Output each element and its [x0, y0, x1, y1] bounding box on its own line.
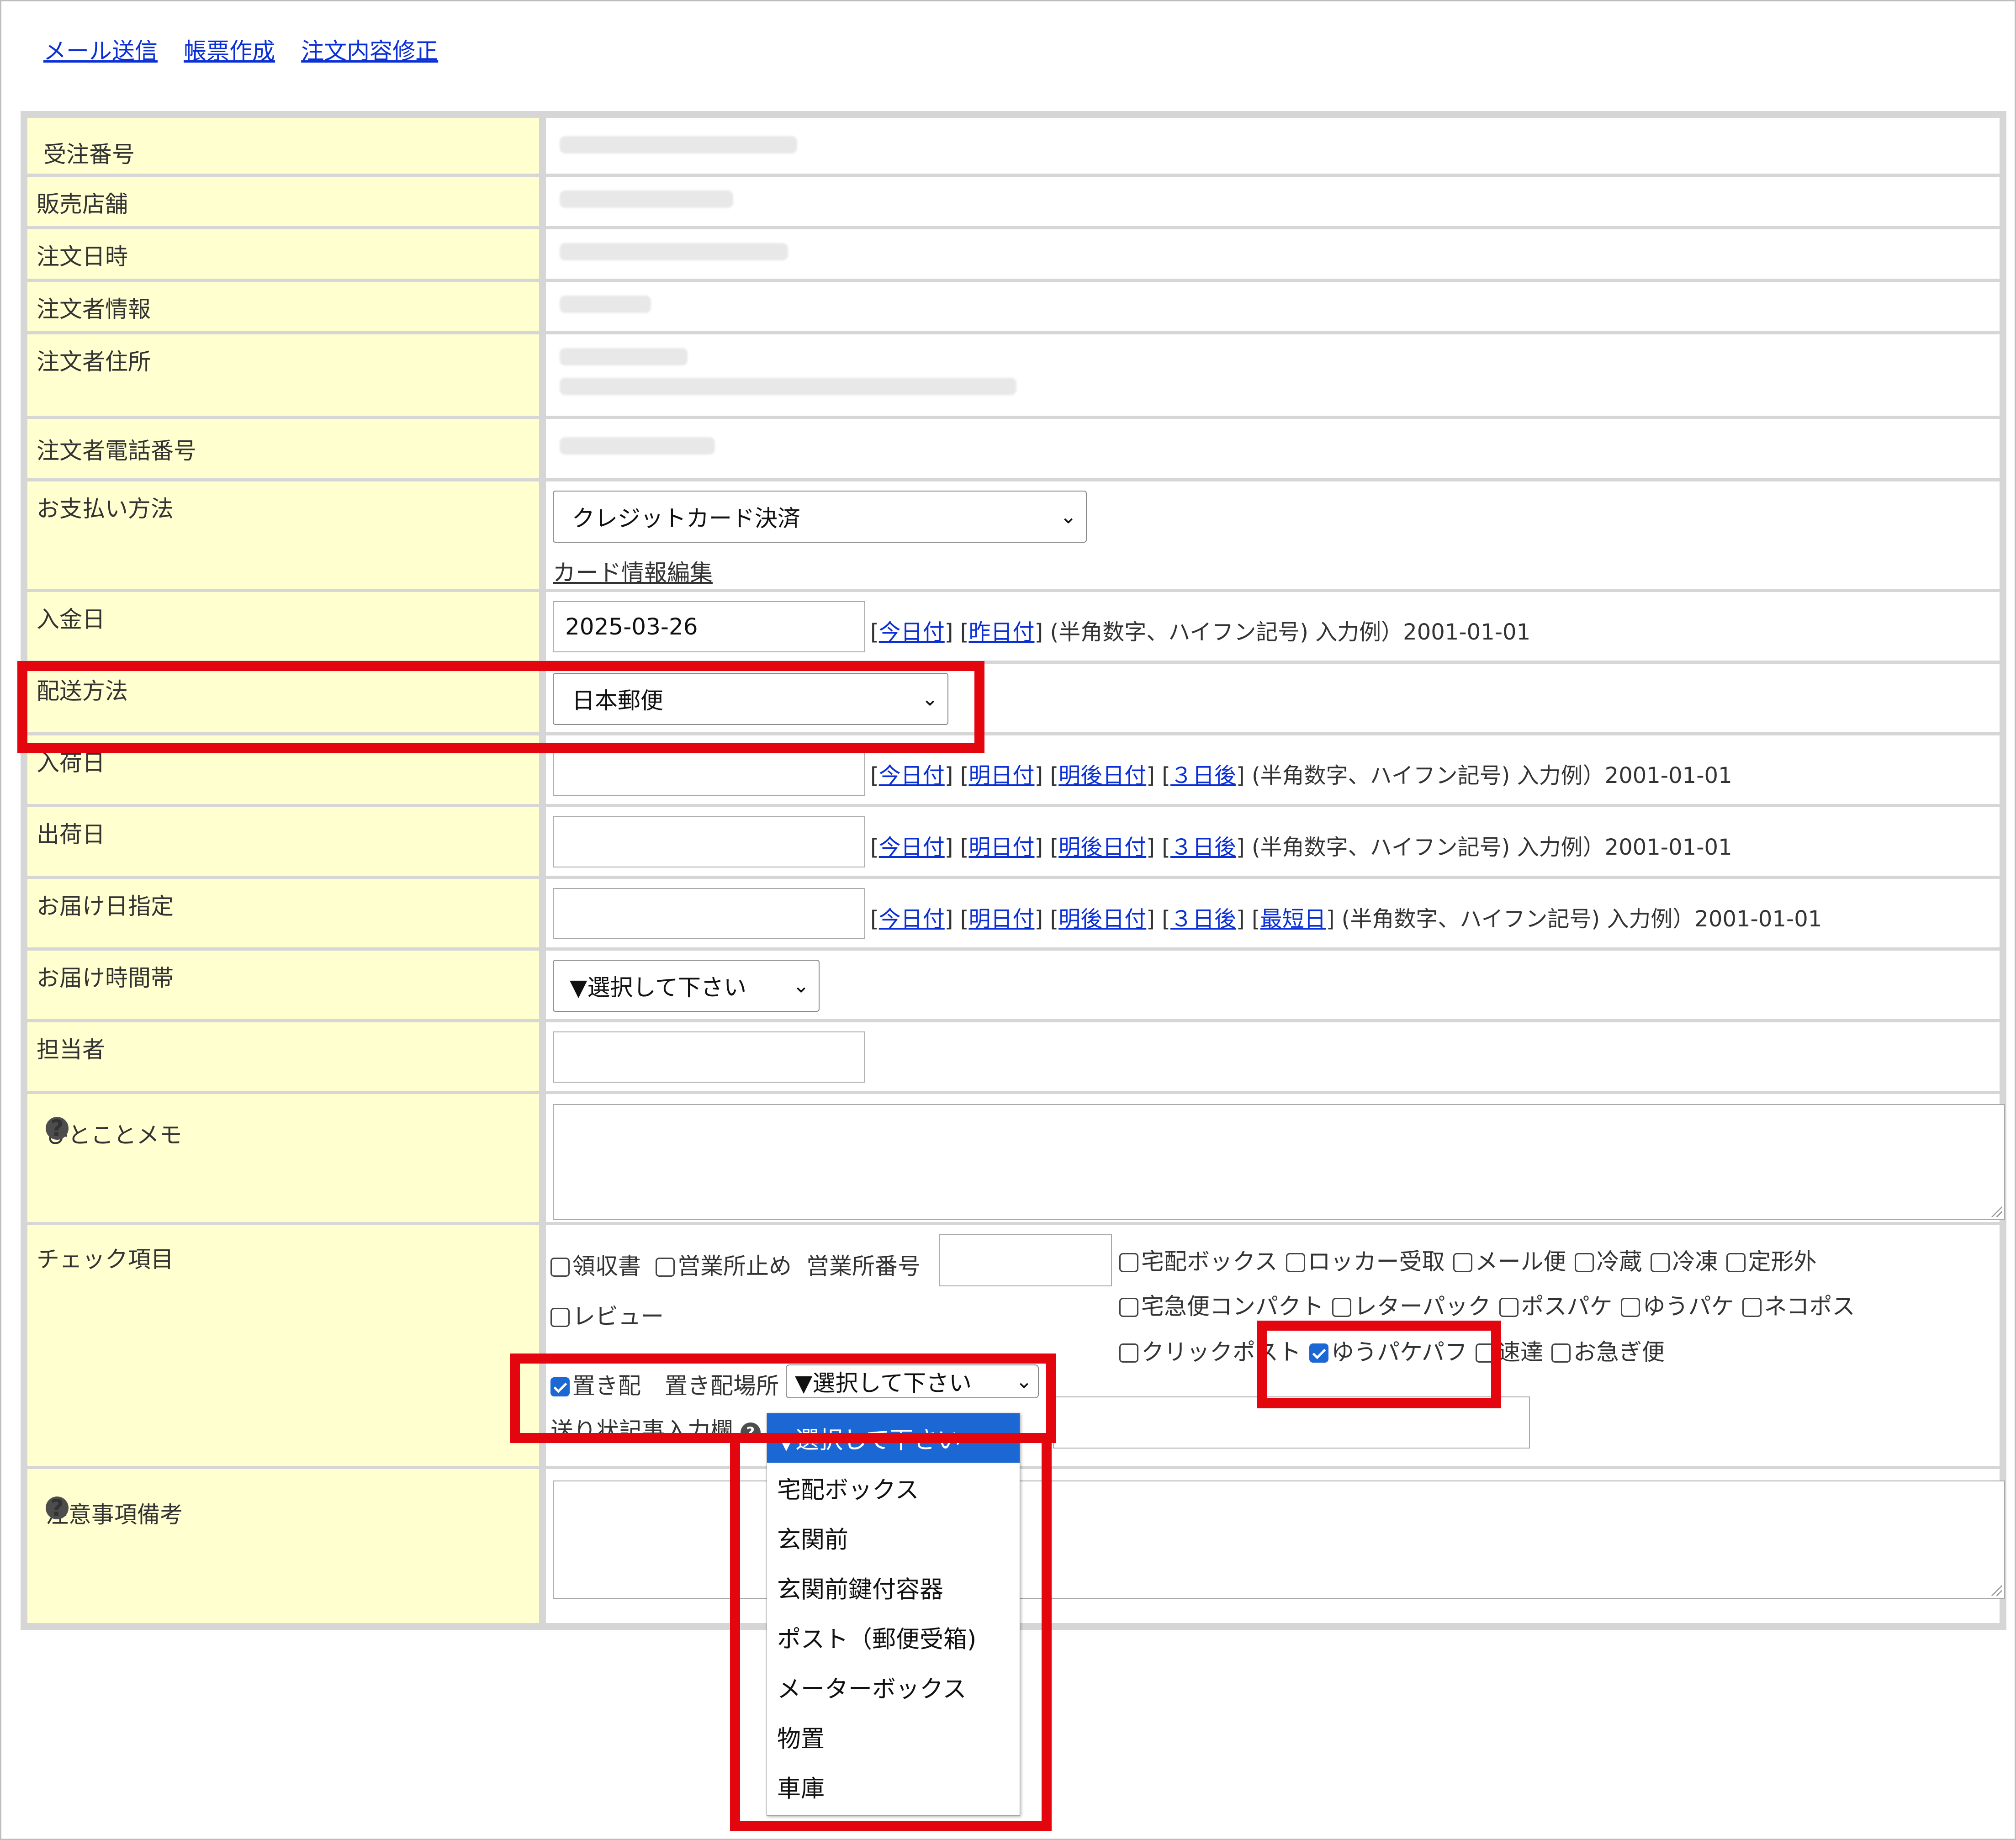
- redacted-value: [560, 348, 688, 365]
- checkbox-icon[interactable]: [550, 1308, 570, 1327]
- carrier-checkbox[interactable]: 冷蔵: [1574, 1248, 1642, 1275]
- row-payment: お支払い方法 クレジットカード決済 ⌄ カード情報編集: [21, 481, 2006, 589]
- staff-input[interactable]: [553, 1031, 865, 1083]
- office-no-label: 営業所番号: [806, 1253, 921, 1280]
- row-staff: 担当者: [21, 1022, 2006, 1091]
- office-no-input[interactable]: [939, 1234, 1112, 1286]
- label-shop: 販売店舗: [37, 191, 128, 217]
- label-order-no: 受注番号: [43, 141, 135, 168]
- label-staff: 担当者: [37, 1036, 105, 1063]
- carrier-checkbox[interactable]: 冷凍: [1650, 1248, 1718, 1275]
- carrier-checkbox[interactable]: ロッカー受取: [1286, 1248, 1445, 1275]
- chevron-down-icon: ⌄: [793, 974, 810, 998]
- label-ship-date: 出荷日: [37, 821, 105, 848]
- carrier-checkbox[interactable]: 宅配ボックス: [1119, 1248, 1278, 1275]
- top-links: メール送信 帳票作成 注文内容修正: [43, 33, 462, 66]
- checkbox-icon[interactable]: [1742, 1298, 1762, 1317]
- row-order-no: 受注番号: [21, 118, 2006, 174]
- carrier-checkbox[interactable]: ネコポス: [1742, 1293, 1855, 1320]
- row-delivery-date: お届け日指定 [今日付] [明日付] [明後日付] [３日後] [最短日] (半…: [21, 879, 2006, 947]
- highlight-shipping-method: [17, 661, 984, 753]
- checkbox-icon[interactable]: [656, 1258, 675, 1277]
- carrier-checkbox[interactable]: レターパック: [1332, 1293, 1491, 1320]
- label-check-items: チェック項目: [37, 1246, 174, 1273]
- checkbox-icon[interactable]: [1119, 1253, 1138, 1272]
- label-buyer-info: 注文者情報: [37, 296, 151, 323]
- row-memo: ひとことメモ ?: [21, 1094, 2006, 1222]
- ship-date-input[interactable]: [553, 816, 865, 867]
- review-checkbox[interactable]: レビュー: [550, 1298, 664, 1331]
- row-delivery-time: お届け時間帯 ▼選択して下さい ⌄: [21, 951, 2006, 1019]
- label-delivery-time: お届け時間帯: [37, 965, 174, 991]
- row-paid-date: 入金日 2025-03-26 [今日付] [昨日付] (半角数字、ハイフン記号)…: [21, 592, 2006, 661]
- help-icon[interactable]: ?: [46, 1117, 69, 1140]
- row-buyer-address: 注文者住所: [21, 334, 2006, 416]
- help-icon[interactable]: ?: [46, 1496, 69, 1519]
- checkbox-icon[interactable]: [1119, 1298, 1138, 1317]
- checkbox-icon[interactable]: [1453, 1253, 1472, 1272]
- resize-grip-icon[interactable]: [1990, 1584, 2002, 1596]
- resize-grip-icon[interactable]: [1990, 1205, 2002, 1217]
- checkbox-icon[interactable]: [1551, 1343, 1571, 1363]
- arrival-date-helpers: [今日付] [明日付] [明後日付] [３日後] (半角数字、ハイフン記号) 入…: [870, 763, 1732, 788]
- delivery-date-input[interactable]: [553, 888, 865, 939]
- redacted-value: [560, 136, 797, 153]
- carrier-checkbox[interactable]: ポスパケ: [1499, 1293, 1613, 1320]
- payment-select[interactable]: クレジットカード決済 ⌄: [553, 491, 1087, 543]
- row-ship-date: 出荷日 [今日付] [明日付] [明後日付] [３日後] (半角数字、ハイフン記…: [21, 807, 2006, 876]
- redacted-value: [560, 190, 733, 208]
- highlight-yupake-puff: [1257, 1321, 1501, 1408]
- row-order-date: 注文日時: [21, 229, 2006, 279]
- label-buyer-address: 注文者住所: [37, 349, 151, 375]
- checkbox-icon[interactable]: [1620, 1298, 1640, 1317]
- carrier-checkbox[interactable]: 定形外: [1726, 1248, 1817, 1275]
- receipt-checkbox[interactable]: 領収書: [550, 1248, 641, 1281]
- office-hold-checkbox[interactable]: 営業所止め: [656, 1248, 792, 1281]
- highlight-okihai-dropdown: [730, 1433, 1052, 1831]
- delivery-date-helpers: [今日付] [明日付] [明後日付] [３日後] [最短日] (半角数字、ハイフ…: [870, 906, 1822, 932]
- row-shop: 販売店舗: [21, 177, 2006, 226]
- ship-date-helpers: [今日付] [明日付] [明後日付] [３日後] (半角数字、ハイフン記号) 入…: [870, 835, 1732, 860]
- redacted-value: [560, 296, 651, 313]
- checkbox-icon[interactable]: [1332, 1298, 1351, 1317]
- paid-date-input[interactable]: 2025-03-26: [553, 601, 865, 652]
- checkbox-icon[interactable]: [1119, 1343, 1138, 1363]
- redacted-value: [560, 437, 715, 455]
- memo-textarea[interactable]: [553, 1104, 2005, 1220]
- label-buyer-phone: 注文者電話番号: [37, 438, 196, 464]
- carrier-checkbox[interactable]: 宅急便コンパクト: [1119, 1293, 1324, 1320]
- carrier-row2: 宅急便コンパクト レターパック ポスパケ ゆうパケ ネコポス: [1119, 1288, 1863, 1321]
- label-paid-date: 入金日: [37, 606, 105, 633]
- carrier-checkbox[interactable]: ゆうパケ: [1620, 1293, 1734, 1320]
- checkbox-icon[interactable]: [1286, 1253, 1305, 1272]
- label-payment: お支払い方法: [37, 496, 174, 522]
- carrier-checkbox[interactable]: メール便: [1453, 1248, 1566, 1275]
- carrier-row1: 宅配ボックス ロッカー受取 メール便 冷蔵 冷凍 定形外: [1119, 1243, 1825, 1276]
- redacted-value: [560, 378, 1016, 395]
- edit-order-link[interactable]: 注文内容修正: [301, 38, 438, 64]
- label-delivery-date: お届け日指定: [37, 893, 174, 920]
- delivery-time-select[interactable]: ▼選択して下さい ⌄: [553, 960, 820, 1012]
- checkbox-icon[interactable]: [550, 1258, 570, 1277]
- redacted-value: [560, 243, 788, 260]
- row-buyer-phone: 注文者電話番号: [21, 419, 2006, 478]
- checkbox-icon[interactable]: [1499, 1298, 1519, 1317]
- create-form-link[interactable]: 帳票作成: [184, 38, 275, 64]
- chevron-down-icon: ⌄: [1060, 505, 1077, 529]
- card-edit-link[interactable]: カード情報編集: [553, 555, 713, 587]
- checkbox-icon[interactable]: [1726, 1253, 1746, 1272]
- paid-date-helpers: [今日付] [昨日付] (半角数字、ハイフン記号) 入力例）2001-01-01: [870, 619, 1531, 645]
- highlight-okihai: [510, 1354, 1056, 1443]
- label-order-date: 注文日時: [37, 243, 128, 270]
- send-mail-link[interactable]: メール送信: [43, 38, 158, 64]
- row-buyer-info: 注文者情報: [21, 282, 2006, 331]
- checkbox-icon[interactable]: [1574, 1253, 1594, 1272]
- today-link[interactable]: 今日付: [879, 619, 945, 645]
- carrier-checkbox[interactable]: お急ぎ便: [1551, 1339, 1665, 1365]
- yesterday-link[interactable]: 昨日付: [968, 619, 1034, 645]
- checkbox-icon[interactable]: [1650, 1253, 1670, 1272]
